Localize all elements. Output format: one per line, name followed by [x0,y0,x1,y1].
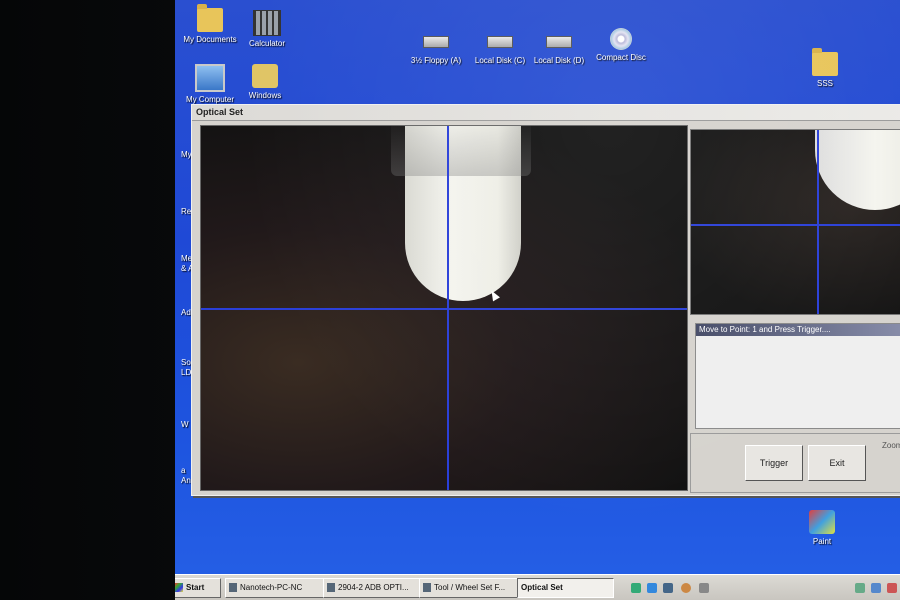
window-title: Optical Set [196,107,244,117]
clipped-icon-label: An [181,476,191,485]
quicklaunch-media-icon[interactable] [681,583,691,593]
desktop-icon-label: Paint [812,537,832,546]
crosshair-vertical [447,126,449,490]
tray-icon[interactable] [855,583,865,593]
zoom-camera-view[interactable] [690,129,900,315]
taskbar: Start Nanotech-PC-NC 2904-2 ADB OPTI... … [175,574,900,600]
taskbar-item-label: Optical Set [521,583,563,592]
start-label: Start [186,583,205,592]
quicklaunch-tool-icon[interactable] [699,583,709,593]
quicklaunch-mail-icon[interactable] [663,583,673,593]
tool-tip-image-zoomed [815,130,900,210]
quicklaunch-ie-icon[interactable] [647,583,657,593]
taskbar-item-nanotech[interactable]: Nanotech-PC-NC [225,578,331,598]
crosshair-vertical [817,130,819,314]
disk-drive-icon [487,36,513,48]
quicklaunch-desktop-icon[interactable] [631,583,641,593]
taskbar-item-label: Nanotech-PC-NC [240,583,303,592]
optical-set-window[interactable]: Optical Set Move to Point: 1 and Press T… [191,104,900,496]
desktop-icon-label: Compact Disc [596,53,646,62]
zoom-label: Zoom [882,441,900,450]
desktop-icon-compact-disc[interactable]: Compact Disc [581,28,661,62]
tool-tip-texture [391,126,531,176]
window-title-bar[interactable]: Optical Set [192,105,900,121]
taskbar-item-adb-opti[interactable]: 2904-2 ADB OPTI... [323,578,427,598]
desktop-icon-paint[interactable]: Paint [782,510,862,546]
app-icon [229,583,237,592]
trigger-button[interactable]: Trigger [745,445,803,481]
desktop-icon-label: Calculator [248,39,285,48]
message-panel: Move to Point: 1 and Press Trigger.... [695,323,900,429]
crosshair-horizontal [201,308,687,310]
clipped-icon-label: a [181,466,186,475]
main-camera-view[interactable] [200,125,688,491]
desktop-icon-label: Windows [248,91,282,100]
paint-icon [809,510,835,534]
taskbar-item-tool-wheel[interactable]: Tool / Wheel Set F... [419,578,529,598]
exit-button[interactable]: Exit [808,445,866,481]
computer-icon [195,64,225,92]
tray-icon[interactable] [887,583,897,593]
desktop-icon-label: SSS [816,79,833,88]
start-button[interactable]: Start [175,578,221,598]
clipped-icon-label: W [181,420,189,429]
tray-icon[interactable] [871,583,881,593]
disk-drive-icon [546,36,572,48]
taskbar-item-label: Tool / Wheel Set F... [434,583,506,592]
desktop-icon-sss[interactable]: SSS [785,48,865,88]
search-folder-icon [252,64,278,88]
crosshair-horizontal [691,224,900,226]
clipped-icon-label: Re [181,207,192,216]
desktop-icon-windows[interactable]: Windows [225,64,305,100]
mouse-cursor-icon [488,288,500,302]
folder-icon [812,48,838,76]
app-icon [423,583,431,592]
folder-icon [197,4,223,32]
calculator-icon [253,10,281,36]
cd-icon [610,28,632,50]
windows-logo-icon [175,583,183,592]
app-icon [327,583,335,592]
message-header: Move to Point: 1 and Press Trigger.... [696,324,900,336]
desktop-screen: My Documents Calculator My Computer Wind… [175,0,900,600]
taskbar-item-optical-set[interactable]: Optical Set [517,578,614,598]
instruction-text: Move to Point: 1 and Press Trigger.... [699,325,831,334]
desktop-icon-calculator[interactable]: Calculator [227,10,307,48]
taskbar-item-label: 2904-2 ADB OPTI... [338,583,409,592]
floppy-drive-icon [423,36,449,48]
